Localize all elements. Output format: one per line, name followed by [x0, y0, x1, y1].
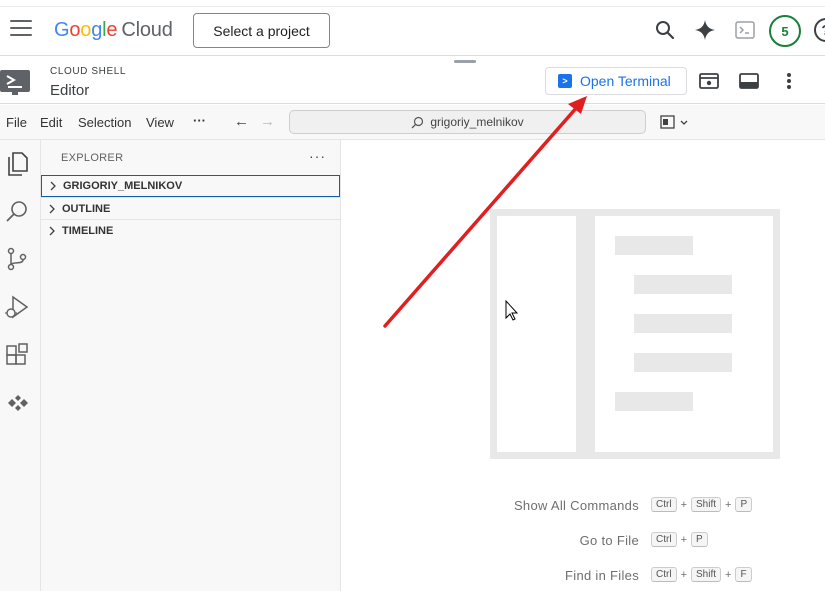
cloud-shell-bar: CLOUD SHELL Editor > Open Terminal — [0, 57, 825, 104]
key: P — [735, 497, 753, 512]
key: Ctrl — [651, 532, 677, 547]
shortcut-row: Show All Commands Ctrl + Shift + P — [342, 497, 825, 515]
editor-title: Editor — [50, 82, 90, 99]
menu-more[interactable]: ··· — [193, 113, 206, 128]
shortcut-label: Show All Commands — [513, 498, 639, 513]
shortcut-keys: Ctrl + P — [651, 532, 708, 547]
more-options-icon[interactable] — [777, 69, 801, 93]
help-icon[interactable]: ? — [814, 18, 825, 42]
command-center-search[interactable]: grigoriy_melnikov — [289, 110, 646, 134]
key: F — [735, 567, 752, 582]
shortcut-row: Find in Files Ctrl + Shift + F — [342, 567, 825, 585]
gcp-header: GoogleCloud Select a project 5 ? — [0, 0, 825, 56]
menu-edit[interactable]: Edit — [40, 115, 62, 130]
key: Shift — [691, 497, 722, 512]
section-timeline[interactable]: TIMELINE — [41, 219, 340, 241]
explorer-more-actions[interactable]: ··· — [309, 148, 326, 164]
back-arrow-icon[interactable]: ← — [234, 113, 249, 130]
open-terminal-label: Open Terminal — [580, 73, 671, 89]
editor-menu-bar: File Edit Selection View ··· ← → grigori… — [0, 105, 825, 140]
shortcut-label: Find in Files — [565, 568, 639, 583]
chevron-right-icon — [49, 204, 55, 213]
menu-view[interactable]: View — [146, 115, 174, 130]
main-menu-icon[interactable] — [10, 20, 32, 38]
menu-file[interactable]: File — [6, 115, 27, 130]
chevron-right-icon — [50, 181, 56, 191]
cloud-shell-icon[interactable] — [733, 18, 757, 42]
section-label: TIMELINE — [62, 224, 114, 237]
shortcut-row: Go to File Ctrl + P — [342, 532, 825, 550]
explorer-icon[interactable] — [4, 150, 30, 176]
editor-watermark-icon — [490, 209, 780, 459]
editor-area: Show All Commands Ctrl + Shift + P Go to F… — [342, 140, 825, 591]
search-text: grigoriy_melnikov — [430, 115, 524, 129]
key: Shift — [691, 567, 722, 582]
google-cloud-logo[interactable]: Google Cloud — [54, 19, 173, 42]
terminal-icon: > — [558, 74, 572, 88]
search-view-icon[interactable] — [4, 198, 30, 224]
search-icon[interactable] — [653, 18, 677, 42]
source-control-icon[interactable] — [4, 246, 30, 272]
section-workspace-folder[interactable]: GRIGORIY_MELNIKOV — [41, 175, 340, 197]
web-preview-icon[interactable] — [697, 69, 721, 93]
explorer-sidebar: EXPLORER ··· GRIGORIY_MELNIKOV OUTLINE T… — [41, 140, 341, 591]
key: Ctrl — [651, 497, 677, 512]
section-outline[interactable]: OUTLINE — [41, 197, 340, 219]
run-debug-icon[interactable] — [4, 294, 30, 320]
forward-arrow-icon[interactable]: → — [260, 113, 275, 130]
cloud-shell-subtitle: CLOUD SHELL — [50, 66, 127, 77]
chevron-right-icon — [49, 226, 55, 235]
cloud-code-icon[interactable] — [4, 390, 30, 416]
shortcut-keys: Ctrl + Shift + F — [651, 567, 752, 582]
cloud-shell-logo-icon — [0, 67, 30, 97]
section-label: OUTLINE — [62, 202, 111, 215]
activity-bar — [0, 140, 41, 591]
extensions-icon[interactable] — [4, 342, 30, 368]
layout-options-icon[interactable] — [660, 114, 690, 132]
search-small-icon — [411, 116, 424, 128]
shortcut-keys: Ctrl + Shift + P — [651, 497, 753, 512]
open-terminal-button[interactable]: > Open Terminal — [545, 67, 687, 95]
key: P — [691, 532, 708, 547]
key: Ctrl — [651, 567, 677, 582]
shortcut-label: Go to File — [579, 533, 639, 548]
menu-selection[interactable]: Selection — [78, 115, 131, 130]
explorer-title: EXPLORER — [61, 152, 124, 164]
notifications-badge[interactable]: 5 — [769, 15, 801, 47]
toggle-panel-icon[interactable] — [737, 69, 761, 93]
resize-handle[interactable] — [454, 60, 476, 63]
select-project-button[interactable]: Select a project — [193, 13, 330, 48]
section-label: GRIGORIY_MELNIKOV — [63, 180, 183, 192]
gemini-sparkle-icon[interactable] — [693, 18, 717, 42]
